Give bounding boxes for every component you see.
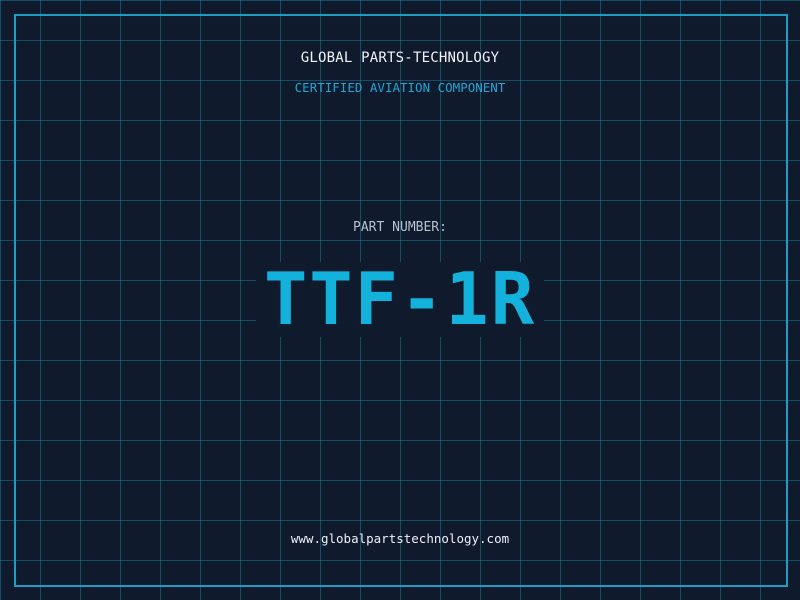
website-url: www.globalpartstechnology.com <box>290 531 510 546</box>
part-number-label: PART NUMBER: <box>353 220 447 235</box>
part-number: TTF-1R <box>255 262 545 337</box>
company-name: GLOBAL PARTS-TECHNOLOGY <box>300 50 500 66</box>
certification-label: CERTIFIED AVIATION COMPONENT <box>294 80 506 95</box>
part-number-container: TTF-1R <box>0 262 800 337</box>
